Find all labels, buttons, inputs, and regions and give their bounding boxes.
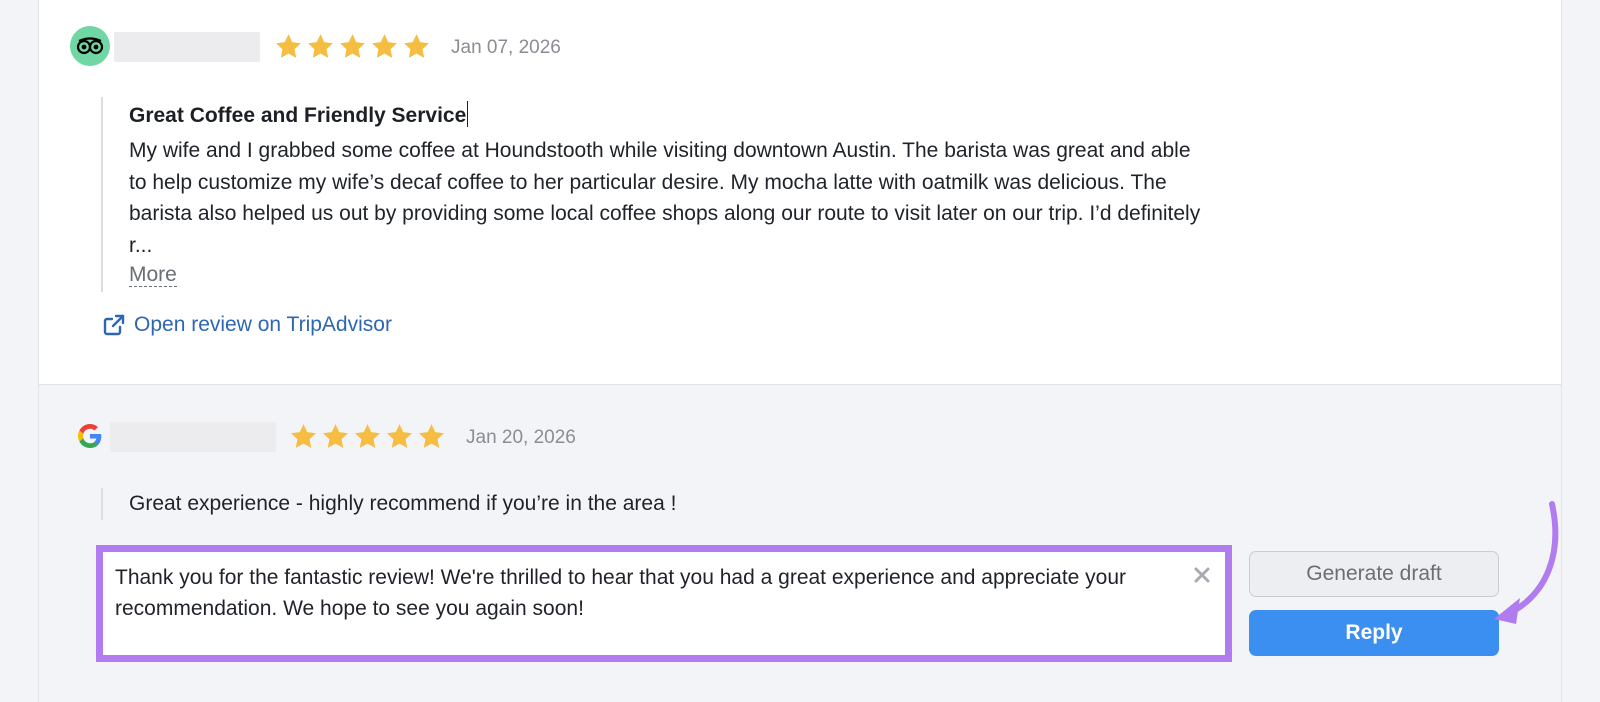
star-icon bbox=[419, 424, 444, 448]
star-rating bbox=[274, 32, 431, 61]
star-icon bbox=[340, 34, 365, 58]
more-link[interactable]: More bbox=[129, 263, 177, 287]
star-icon bbox=[308, 34, 333, 58]
clear-icon[interactable] bbox=[1191, 564, 1213, 586]
star-icon bbox=[404, 34, 429, 58]
google-icon bbox=[70, 416, 110, 456]
open-review-link[interactable]: Open review on TripAdvisor bbox=[102, 313, 392, 337]
review-date: Jan 07, 2026 bbox=[451, 37, 561, 58]
star-icon bbox=[323, 424, 348, 448]
star-icon bbox=[355, 424, 380, 448]
open-review-link-label: Open review on TripAdvisor bbox=[134, 313, 392, 336]
reviewer-name-redacted bbox=[110, 422, 276, 452]
review-quote: Great experience - highly recommend if y… bbox=[101, 488, 901, 520]
review-title: Great Coffee and Friendly Service bbox=[129, 104, 467, 127]
reply-text: Thank you for the fantastic review! We'r… bbox=[115, 566, 1127, 620]
star-icon bbox=[291, 424, 316, 448]
annotation-arrow-icon bbox=[1494, 501, 1559, 624]
text-cursor bbox=[467, 101, 469, 127]
external-link-icon bbox=[103, 314, 125, 336]
review-text: Great experience - highly recommend if y… bbox=[129, 492, 677, 515]
reply-textarea[interactable]: Thank you for the fantastic review! We'r… bbox=[96, 545, 1232, 662]
reply-button[interactable]: Reply bbox=[1249, 610, 1499, 656]
star-icon bbox=[387, 424, 412, 448]
star-rating bbox=[289, 422, 446, 451]
review-date: Jan 20, 2026 bbox=[466, 427, 576, 448]
review-text: My wife and I grabbed some coffee at Hou… bbox=[129, 139, 1201, 257]
star-icon bbox=[372, 34, 397, 58]
reviewer-name-redacted bbox=[114, 32, 260, 62]
star-icon bbox=[276, 34, 301, 58]
review-quote: Great Coffee and Friendly Service My wif… bbox=[101, 97, 1201, 292]
tripadvisor-icon bbox=[70, 26, 110, 66]
generate-draft-button[interactable]: Generate draft bbox=[1249, 551, 1499, 597]
